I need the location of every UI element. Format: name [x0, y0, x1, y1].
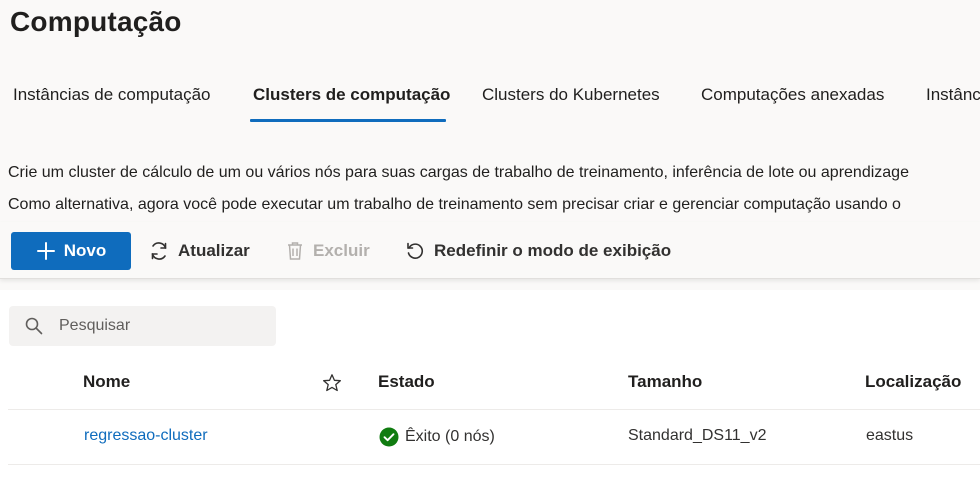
reset-icon — [407, 242, 424, 259]
tab-attached-computes[interactable]: Computações anexadas — [701, 74, 884, 120]
success-check-icon — [379, 427, 399, 447]
refresh-label: Atualizar — [178, 241, 250, 260]
trash-icon — [288, 242, 302, 260]
header-divider — [8, 409, 980, 410]
column-header-size[interactable]: Tamanho — [628, 372, 702, 392]
cluster-name-link[interactable]: regressao-cluster — [84, 427, 208, 445]
active-tab-indicator — [250, 119, 446, 122]
search-icon — [25, 317, 43, 335]
reset-view-label: Redefinir o modo de exibição — [434, 241, 672, 260]
favorite-star-icon[interactable] — [322, 373, 342, 393]
column-header-location[interactable]: Localização — [865, 372, 961, 392]
refresh-icon — [151, 242, 167, 260]
new-button[interactable]: Novo — [11, 232, 131, 270]
main-content: Nome Estado Tamanho Localização regressa… — [0, 290, 980, 480]
new-button-label: Novo — [63, 241, 107, 260]
delete-button[interactable]: Excluir — [285, 232, 370, 270]
reset-view-button[interactable]: Redefinir o modo de exibição — [404, 232, 671, 270]
cluster-size: Standard_DS11_v2 — [628, 427, 767, 444]
delete-label: Excluir — [313, 241, 370, 260]
command-bar: Novo Atualizar Excluir Redefinir o modo … — [0, 222, 980, 279]
description-line-1: Crie um cluster de cálculo de um ou vári… — [8, 164, 909, 181]
tab-compute-clusters[interactable]: Clusters de computação — [253, 74, 450, 120]
tab-kubernetes-clusters[interactable]: Clusters do Kubernetes — [482, 74, 660, 120]
cluster-location: eastus — [866, 427, 914, 444]
tab-compute-instances[interactable]: Instâncias de computação — [13, 74, 211, 120]
page-title: Computação — [10, 6, 182, 37]
refresh-button[interactable]: Atualizar — [148, 232, 250, 270]
cluster-status: Êxito (0 nós) — [379, 427, 495, 447]
description-line-2: Como alternativa, agora você pode execut… — [8, 196, 901, 213]
column-header-name[interactable]: Nome — [83, 372, 130, 392]
tab-instances-truncated[interactable]: Instânc — [926, 74, 980, 120]
row-divider — [8, 464, 980, 465]
plus-icon — [36, 242, 55, 260]
search-box[interactable] — [9, 306, 276, 346]
compute-tabs: Instâncias de computação Clusters de com… — [0, 74, 980, 122]
cluster-status-text: Êxito (0 nós) — [405, 428, 495, 445]
column-header-status[interactable]: Estado — [378, 372, 435, 392]
search-input[interactable] — [57, 316, 261, 336]
